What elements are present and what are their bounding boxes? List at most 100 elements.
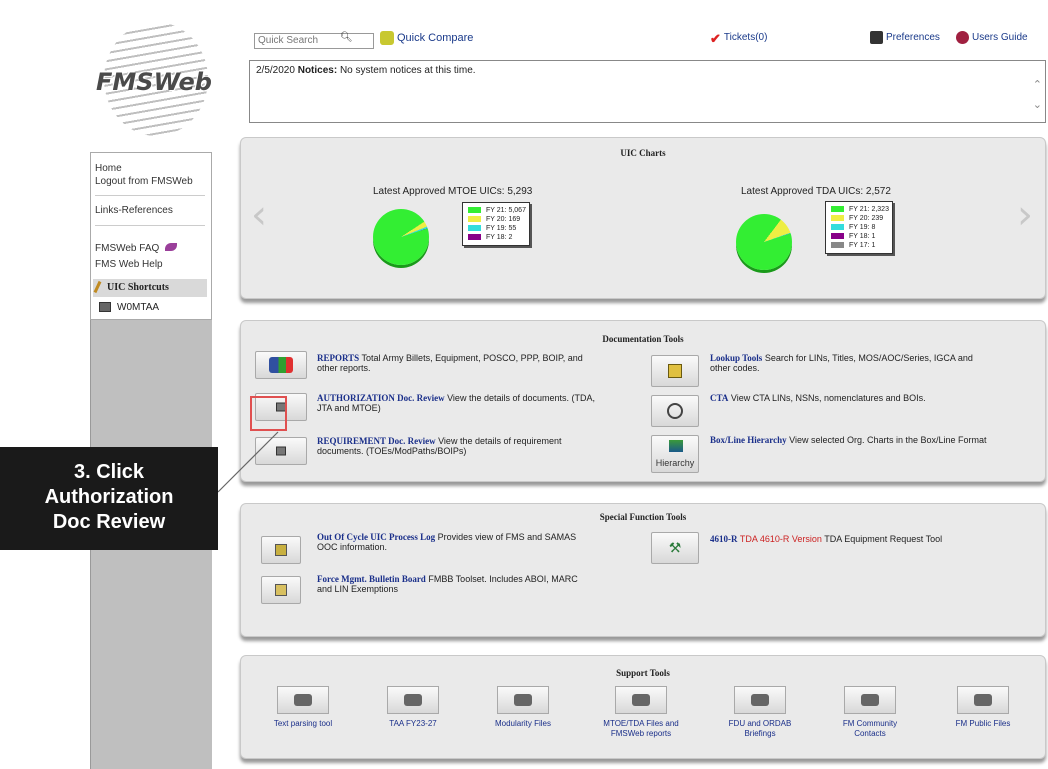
legend-swatch — [468, 234, 481, 241]
mtoe-pie-chart[interactable] — [373, 209, 429, 265]
legend-label: FY 20: 169 — [486, 216, 521, 223]
legend-label: FY 21: 5,067 — [486, 207, 526, 214]
ooc-desc: Provides view of FMS and SAMAS — [437, 532, 577, 542]
box-line-hierarchy-link[interactable]: Box/Line Hierarchy View selected Org. Ch… — [710, 435, 1048, 445]
support-tool-label[interactable]: Text parsing tool — [263, 719, 343, 729]
fmsweb-logo[interactable]: FMSWeb — [90, 0, 212, 152]
support-tool-button[interactable] — [387, 686, 439, 714]
support-tool-label-line: Modularity Files — [494, 719, 551, 728]
support-tool-button[interactable] — [844, 686, 896, 714]
notice-scrollbar[interactable]: ⌃ ⌄ — [1033, 75, 1042, 115]
support-tool-button[interactable] — [277, 686, 329, 714]
reports-button[interactable] — [255, 351, 307, 379]
callout-line-2: Authorization — [44, 486, 174, 508]
nav-logout-link[interactable]: Logout from FMSWeb — [95, 176, 193, 187]
nav-faq-link[interactable]: FMSWeb FAQ — [95, 243, 178, 254]
support-tool-icon — [751, 694, 769, 706]
support-tool-button[interactable] — [497, 686, 549, 714]
legend-label: FY 19: 55 — [486, 225, 517, 232]
requirement-desc: View the details of requirement — [438, 436, 562, 446]
requirement-doc-review-link[interactable]: REQUIREMENT Doc. Review View the details… — [317, 436, 637, 456]
uic-charts-title: UIC Charts — [620, 148, 666, 158]
authorization-doc-review-link[interactable]: AUTHORIZATION Doc. Review View the detai… — [317, 393, 647, 413]
scroll-up-icon[interactable]: ⌃ — [1033, 75, 1042, 95]
users-guide-label: Users Guide — [972, 32, 1028, 44]
chevron-left-icon[interactable]: ‹ — [251, 192, 267, 238]
support-tool-icon — [294, 694, 312, 706]
mtoe-legend: FY 21: 5,067 FY 20: 169 FY 19: 55 FY 18: 2 — [462, 202, 530, 246]
tda-legend: FY 21: 2,323 FY 20: 239 FY 19: 8 FY 18: 1 FY… — [825, 201, 893, 254]
documentation-tools-panel: Documentation Tools REPORTS Total Army B… — [240, 320, 1046, 482]
legend-entry: FY 21: 5,067 — [468, 206, 526, 215]
reports-link[interactable]: REPORTS Total Army Billets, Equipment, P… — [317, 353, 637, 373]
ooc-log-button[interactable] — [261, 536, 301, 564]
4610r-link[interactable]: 4610-R TDA 4610-R Version TDA Equipment … — [710, 534, 1040, 544]
uic-charts-panel: UIC Charts ‹ › Latest Approved MTOE UICs… — [240, 137, 1046, 299]
special-tools-title: Special Function Tools — [599, 512, 687, 522]
legend-swatch — [831, 206, 844, 213]
nav-help-link[interactable]: FMS Web Help — [95, 259, 163, 270]
4610r-desc: TDA Equipment Request Tool — [824, 534, 943, 544]
notices-label: Notices: — [297, 65, 338, 76]
support-tool-label[interactable]: MTOE/TDA Files and FMSWeb reports — [601, 719, 681, 739]
callout-line-1: 3. Click — [73, 461, 145, 483]
legend-entry: FY 17: 1 — [831, 241, 887, 250]
lookup-tools-button[interactable] — [651, 355, 699, 387]
cta-link[interactable]: CTA View CTA LINs, NSNs, nomenclatures a… — [710, 393, 1040, 403]
legend-swatch — [468, 225, 481, 232]
lookup-desc-2: other codes. — [710, 363, 760, 373]
notices-box[interactable]: 2/5/2020 Notices: No system notices at t… — [249, 60, 1046, 123]
scroll-down-icon[interactable]: ⌄ — [1033, 95, 1042, 115]
legend-swatch — [831, 224, 844, 231]
support-tools-panel: Support Tools Text parsing tool TAA FY23-… — [240, 655, 1046, 759]
cta-button[interactable] — [651, 395, 699, 427]
fmbb-button[interactable] — [261, 576, 301, 604]
org-chart-icon — [669, 440, 683, 452]
users-guide-link[interactable]: Users Guide — [956, 31, 1028, 44]
lookup-tools-link[interactable]: Lookup Tools Search for LINs, Titles, MO… — [710, 353, 1040, 373]
support-tool-label[interactable]: FM Public Files — [943, 719, 1023, 729]
support-tool-label[interactable]: Modularity Files — [483, 719, 563, 729]
requirement-desc-2: documents. (TOEs/ModPaths/BOIPs) — [317, 446, 467, 456]
support-tool-button[interactable] — [615, 686, 667, 714]
quick-compare-label: Quick Compare — [397, 31, 474, 44]
fmbb-title: Force Mgmt. Bulletin Board — [317, 574, 426, 584]
support-tool-icon — [632, 694, 650, 706]
support-tool-icon — [404, 694, 422, 706]
fmbb-desc: FMBB Toolset. Includes ABOI, MARC — [428, 574, 578, 584]
nav-home-link[interactable]: Home — [95, 163, 122, 174]
uic-shortcut-item[interactable]: W0MTAA — [99, 302, 159, 313]
lookup-icon — [668, 364, 682, 378]
bulletin-icon — [275, 584, 287, 596]
support-tool-label-line: Text parsing tool — [273, 719, 333, 728]
legend-label: FY 21: 2,323 — [849, 206, 889, 213]
support-tool-button[interactable] — [957, 686, 1009, 714]
checkmark-icon: ✔ — [710, 31, 721, 46]
mtoe-chart-label: Latest Approved MTOE UICs: 5,293 — [373, 186, 533, 197]
boxline-desc: View selected Org. Charts in the Box/Lin… — [789, 435, 987, 445]
hierarchy-button[interactable]: Hierarchy — [651, 435, 699, 473]
4610r-button[interactable]: ⚒ — [651, 532, 699, 564]
nav-links-references[interactable]: Links-References — [95, 205, 173, 216]
ooc-log-link[interactable]: Out Of Cycle UIC Process Log Provides vi… — [317, 532, 637, 552]
authorization-highlight-box — [250, 396, 287, 431]
quick-compare-link[interactable]: Quick Compare — [380, 31, 473, 45]
legend-label: FY 20: 239 — [849, 215, 884, 222]
quick-search-input[interactable]: Quick Search — [254, 33, 374, 49]
support-tool-label[interactable]: TAA FY23-27 — [373, 719, 453, 729]
support-tool-button[interactable] — [734, 686, 786, 714]
tickets-link[interactable]: ✔ Tickets(0) — [710, 31, 767, 46]
preferences-link[interactable]: Preferences — [870, 31, 940, 44]
chevron-right-icon[interactable]: › — [1017, 192, 1033, 238]
support-tool-label[interactable]: FM Community Contacts — [830, 719, 910, 739]
support-tool-label[interactable]: FDU and ORDAB Briefings — [720, 719, 800, 739]
uic-shortcuts-header: UIC Shortcuts — [93, 279, 207, 297]
support-tool-icon — [861, 694, 879, 706]
tda-pie-chart[interactable] — [736, 214, 792, 270]
nav-faq-label: FMSWeb FAQ — [95, 243, 160, 254]
special-function-tools-panel: Special Function Tools Out Of Cycle UIC … — [240, 503, 1046, 637]
search-icon[interactable]: 🔍︎ — [340, 32, 353, 43]
fmbb-link[interactable]: Force Mgmt. Bulletin Board FMBB Toolset.… — [317, 574, 637, 594]
legend-entry: FY 20: 169 — [468, 215, 524, 224]
fmbb-desc-2: and LIN Exemptions — [317, 584, 399, 594]
